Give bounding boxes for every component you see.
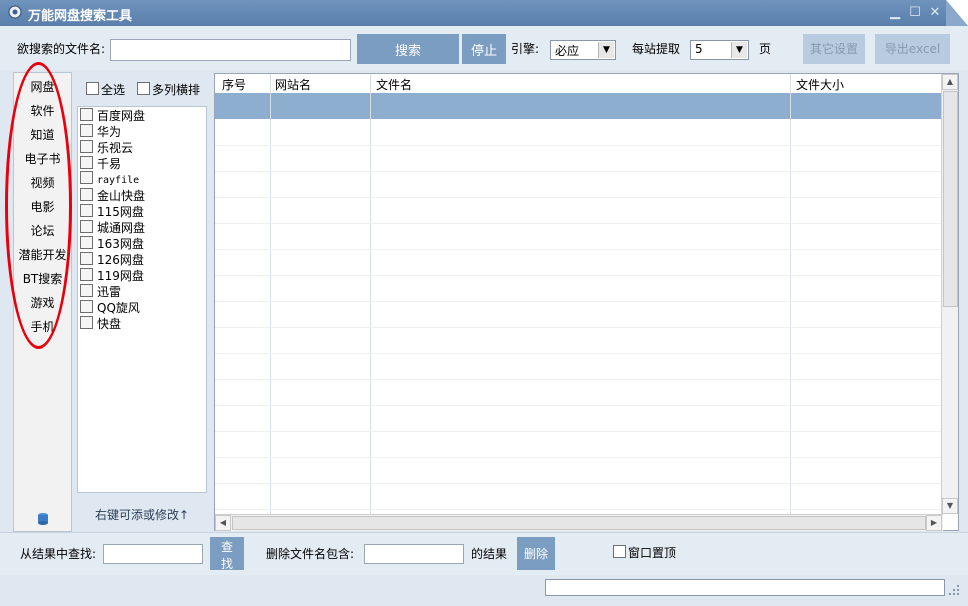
search-input[interactable] xyxy=(110,39,351,61)
maximize-icon[interactable]: ☐ xyxy=(908,6,922,20)
chevron-down-icon[interactable]: ▼ xyxy=(731,42,747,58)
per-site-value: 5 xyxy=(695,42,703,56)
database-icon[interactable] xyxy=(37,512,49,526)
page-unit-label: 页 xyxy=(759,42,772,56)
select-all-checkbox[interactable]: 全选 xyxy=(86,81,125,99)
status-bar xyxy=(0,576,968,606)
filter-label: 从结果中查找: xyxy=(20,547,97,561)
site-item[interactable]: 金山快盘 xyxy=(80,187,145,203)
per-site-label: 每站提取 xyxy=(632,42,681,56)
scroll-up-icon[interactable]: ▲ xyxy=(942,74,958,90)
delete-label: 删除文件名包含: xyxy=(266,547,355,561)
hscroll-thumb[interactable] xyxy=(232,516,926,530)
export-excel-button[interactable]: 导出excel xyxy=(875,34,950,64)
engine-select[interactable]: 必应 ▼ xyxy=(550,40,616,60)
filter-input[interactable] xyxy=(103,544,203,564)
scroll-left-icon[interactable]: ◀ xyxy=(215,515,231,531)
site-hint: 右键可添或修改↑ xyxy=(95,508,190,522)
column-header[interactable]: 文件名 xyxy=(376,76,412,93)
search-label: 欲搜索的文件名: xyxy=(17,42,106,56)
stop-button[interactable]: 停止 xyxy=(462,34,506,64)
column-header[interactable]: 文件大小 xyxy=(796,76,844,93)
scroll-right-icon[interactable]: ▶ xyxy=(926,515,942,531)
site-item[interactable]: 119网盘 xyxy=(80,267,144,283)
selected-row[interactable] xyxy=(215,93,943,119)
column-header[interactable]: 序号 xyxy=(222,76,246,93)
engine-value: 必应 xyxy=(555,44,580,58)
multi-column-label: 多列横排 xyxy=(152,83,201,97)
scroll-thumb[interactable] xyxy=(943,91,958,307)
site-item[interactable]: 城通网盘 xyxy=(80,219,145,235)
site-list: 百度网盘 华为 乐视云 千易 rayfile 金山快盘 115网盘 城通网盘 1… xyxy=(77,106,207,493)
topmost-label: 窗口置顶 xyxy=(628,546,677,560)
select-all-label: 全选 xyxy=(101,83,126,97)
find-button[interactable]: 查找 xyxy=(210,537,244,571)
multi-column-checkbox[interactable]: 多列横排 xyxy=(137,81,200,99)
delete-button[interactable]: 删除 xyxy=(517,537,555,570)
engine-label: 引擎: xyxy=(511,42,540,56)
delete-filter-input[interactable] xyxy=(364,544,464,564)
site-item[interactable]: 百度网盘 xyxy=(80,107,145,123)
close-icon[interactable]: ✕ xyxy=(928,6,942,20)
site-item[interactable]: 163网盘 xyxy=(80,235,144,251)
site-item[interactable]: QQ旋风 xyxy=(80,299,140,315)
corner-fold-icon xyxy=(946,0,968,26)
resize-grip-icon[interactable] xyxy=(948,584,960,596)
topmost-checkbox[interactable]: 窗口置顶 xyxy=(613,544,676,562)
filter-bar: 从结果中查找: 查找 删除文件名包含: 的结果 删除 窗口置顶 xyxy=(0,532,968,575)
scroll-down-icon[interactable]: ▼ xyxy=(942,498,958,514)
site-item[interactable]: rayfile xyxy=(80,171,139,187)
minimize-icon[interactable]: ▁ xyxy=(888,6,902,20)
column-header[interactable]: 网站名 xyxy=(275,76,311,93)
search-toolbar: 欲搜索的文件名: 搜索 停止 引擎: 必应 ▼ 每站提取 5 ▼ 页 其它设置 … xyxy=(0,26,968,70)
search-button[interactable]: 搜索 xyxy=(357,34,459,64)
site-item[interactable]: 115网盘 xyxy=(80,203,144,219)
site-item[interactable]: 迅雷 xyxy=(80,283,121,299)
window-title: 万能网盘搜索工具 xyxy=(28,9,133,24)
progress-bar xyxy=(545,579,945,596)
per-site-select[interactable]: 5 ▼ xyxy=(690,40,749,60)
site-item[interactable]: 126网盘 xyxy=(80,251,144,267)
site-item[interactable]: 乐视云 xyxy=(80,139,133,155)
site-item[interactable]: 千易 xyxy=(80,155,121,171)
horizontal-scrollbar[interactable]: ◀ ▶ xyxy=(215,514,943,531)
app-icon xyxy=(8,5,22,19)
annotation-ellipse xyxy=(5,62,72,349)
site-item[interactable]: 快盘 xyxy=(80,315,121,331)
title-bar: 万能网盘搜索工具 ▁ ☐ ✕ xyxy=(0,0,968,26)
results-table[interactable]: 序号 网站名 文件名 文件大小 ▲ ▼ ◀ ▶ xyxy=(214,73,959,531)
result-label: 的结果 xyxy=(471,547,508,561)
site-item[interactable]: 华为 xyxy=(80,123,121,139)
chevron-down-icon[interactable]: ▼ xyxy=(598,42,614,58)
vertical-scrollbar[interactable]: ▲ ▼ xyxy=(941,74,958,514)
settings-button[interactable]: 其它设置 xyxy=(803,34,865,64)
table-header: 序号 网站名 文件名 文件大小 xyxy=(215,74,943,94)
